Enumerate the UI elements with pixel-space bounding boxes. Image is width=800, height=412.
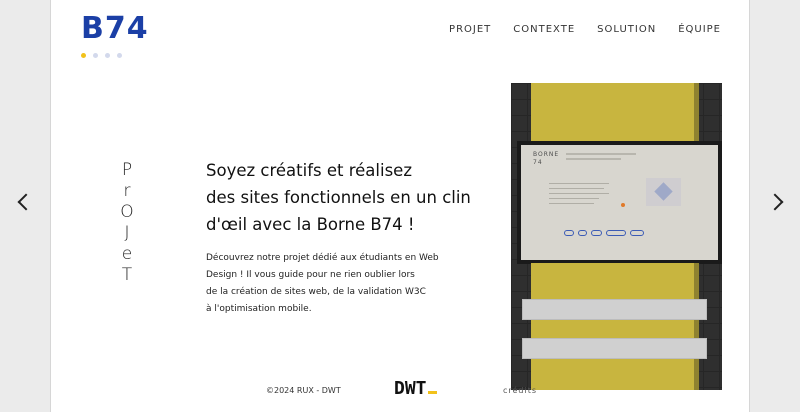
nav-item-projet[interactable]: PROJET [449,24,491,35]
hero-headline: Soyez créatifs et réalisez des sites fon… [206,157,506,238]
vertical-letter: J [124,223,130,243]
site-logo[interactable]: B74 [81,14,149,44]
vertical-letter: e [121,244,133,264]
mockup-top-panel [531,83,694,141]
mockup-bottom-panel [531,263,694,390]
description-line: à l'optimisation mobile. [206,304,312,314]
next-slide-arrow-icon[interactable] [766,193,784,211]
headline-line: d'œil avec la Borne B74 ! [206,215,415,234]
description-line: Design ! Il vous guide pour ne rien oubl… [206,270,415,280]
slider-dot-1[interactable] [81,53,86,58]
mockup-top-shadow [694,83,699,141]
vertical-letter: O [120,202,134,222]
main-nav: PROJET CONTEXTE SOLUTION ÉQUIPE [449,24,721,35]
slider-dots [81,53,122,58]
hero-description: Découvrez notre projet dédié aux étudian… [206,250,466,318]
vertical-letter: P [121,160,133,180]
nav-item-solution[interactable]: SOLUTION [597,24,656,35]
mockup-orange-dot [621,203,625,207]
mockup-screen-buttons [564,230,644,236]
mockup-screen-image [646,178,681,206]
mockup-screen-title: BORNE 74 [533,151,560,166]
mockup-screen-lines [566,153,636,163]
slider-dot-4[interactable] [117,53,122,58]
description-line: de la création de sites web, de la valid… [206,287,426,297]
previous-slide-arrow-icon[interactable] [17,193,35,211]
dwt-logo-text: DWT [394,378,427,399]
dwt-cursor-icon [427,391,437,394]
headline-line: des sites fonctionnels en un clin [206,188,471,207]
credits-link[interactable]: crédits [503,386,537,395]
vertical-section-title: P r O J e T [117,160,137,286]
nav-item-contexte[interactable]: CONTEXTE [513,24,575,35]
slider-dot-2[interactable] [93,53,98,58]
dwt-logo[interactable]: DWT [394,378,437,399]
slider-dot-3[interactable] [105,53,110,58]
mockup-bar-1 [522,299,707,320]
mockup-screen: BORNE 74 [517,141,722,264]
nav-item-equipe[interactable]: ÉQUIPE [678,24,721,35]
borne-mockup-image: BORNE 74 [511,83,722,390]
mockup-bar-2 [522,338,707,359]
mockup-bottom-shadow [694,263,699,390]
mockup-image-icon [654,182,673,201]
vertical-letter: T [121,265,133,285]
vertical-letter: r [123,181,131,201]
headline-line: Soyez créatifs et réalisez [206,161,412,180]
mockup-screen-text [549,183,609,208]
description-line: Découvrez notre projet dédié aux étudian… [206,253,439,263]
page-container: B74 PROJET CONTEXTE SOLUTION ÉQUIPE P r … [50,0,750,412]
footer-copyright: ©2024 RUX - DWT [266,386,341,395]
